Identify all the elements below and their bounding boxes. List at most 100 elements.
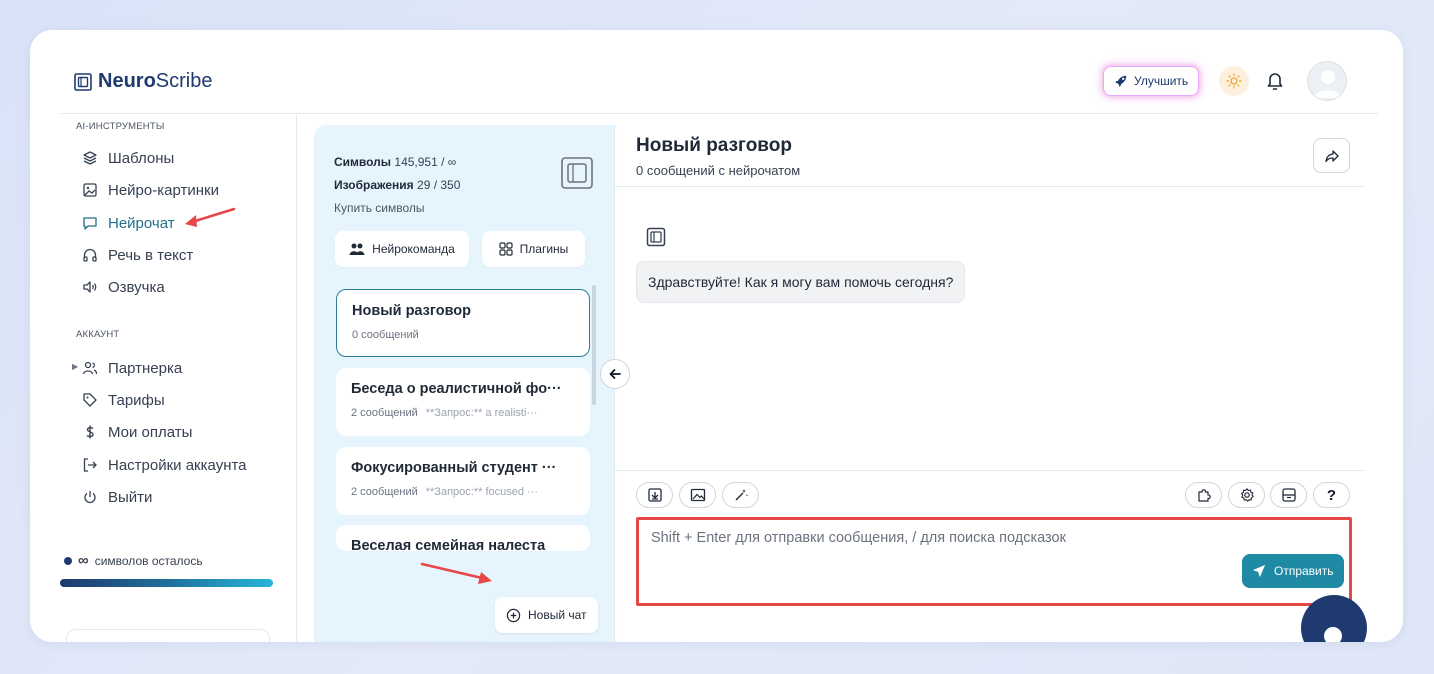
dollar-icon	[86, 425, 94, 439]
sidebar-item-voiceover[interactable]: Озвучка	[82, 276, 165, 298]
power-icon	[84, 491, 96, 504]
sidebar-item-account-settings[interactable]: Настройки аккаунта	[82, 454, 247, 476]
chat-list-item-active[interactable]: Новый разговор 0 сообщений	[336, 289, 590, 357]
credits-progress-bar	[60, 579, 273, 587]
help-button[interactable]: ?	[1313, 482, 1350, 508]
credits-symbol: ∞	[78, 552, 89, 569]
team-icon	[349, 243, 365, 255]
brand-name-bold: Neuro	[98, 70, 156, 92]
sidebar-item-label: Настройки аккаунта	[108, 456, 247, 474]
share-icon	[1324, 149, 1339, 162]
user-avatar[interactable]	[1307, 61, 1347, 101]
chat-item-snippet: **Запрос:** a realisti···	[425, 407, 538, 419]
message-composer: Отправить	[636, 517, 1352, 606]
sidebar-item-logout[interactable]: Выйти	[82, 486, 152, 508]
sidebar-item-templates[interactable]: Шаблоны	[82, 147, 174, 169]
puzzle-icon	[1197, 489, 1211, 502]
logo-icon	[74, 72, 92, 91]
header-divider	[60, 113, 1378, 114]
new-chat-button[interactable]: Новый чат	[495, 597, 598, 633]
bell-icon	[1267, 73, 1283, 90]
chat-icon	[83, 217, 97, 230]
chat-item-meta: 0 сообщений	[352, 329, 574, 341]
chat-list-item[interactable]: Фокусированный студент ··· 2 сообщений **…	[336, 447, 590, 515]
section-label-tools: AI-ИНСТРУМЕНТЫ	[76, 121, 165, 132]
theme-toggle[interactable]	[1219, 66, 1249, 96]
chat-list-scrollbar[interactable]	[592, 285, 596, 405]
sidebar-item-payments[interactable]: Мои оплаты	[82, 421, 192, 443]
sidebar-item-label: Тарифы	[108, 391, 165, 409]
chat-item-count: 0 сообщений	[352, 329, 419, 341]
sidebar-item-partner[interactable]: Партнерка	[82, 357, 182, 379]
plugins-label: Плагины	[519, 242, 569, 256]
notifications-button[interactable]	[1262, 68, 1288, 94]
upload-button[interactable]	[636, 482, 673, 508]
list-fade	[336, 549, 590, 573]
chat-list-item[interactable]: Беседа о реалистичной фо··· 2 сообщений *…	[336, 368, 590, 436]
brand-name: NeuroScribe	[98, 70, 213, 93]
neuro-team-button[interactable]: Нейрокоманда	[335, 231, 469, 267]
plus-circle-icon	[506, 608, 521, 622]
assistant-message-bubble: Здравствуйте! Как я могу вам помочь сего…	[636, 261, 966, 303]
credits-indicator: ∞ символов осталось	[60, 552, 280, 587]
sidebar-bottom-box	[66, 629, 270, 642]
layout-button[interactable]	[1270, 482, 1307, 508]
upgrade-button[interactable]: Улучшить	[1103, 66, 1200, 96]
images-label: Изображения	[334, 178, 414, 192]
upload-file-icon	[647, 488, 662, 502]
images-value: 29 / 350	[417, 178, 461, 192]
users-icon	[82, 361, 98, 375]
chat-item-snippet: **Запрос:** focused ···	[425, 486, 539, 498]
sidebar-item-label: Мои оплаты	[108, 423, 193, 441]
buy-symbols-link[interactable]: Купить символы	[334, 197, 460, 220]
plugin-button[interactable]	[1185, 482, 1222, 508]
panel-icon	[1281, 488, 1296, 502]
chat-item-title: Новый разговор	[352, 303, 472, 319]
sidebar-item-label: Партнерка	[108, 359, 183, 377]
image-button[interactable]	[679, 482, 716, 508]
app-window: NeuroScribe Улучшить AI-ИНСТРУМЕНТЫ Шабл…	[30, 30, 1403, 642]
send-label: Отправить	[1274, 564, 1334, 578]
chat-item-count: 2 сообщений	[351, 407, 418, 419]
message-input[interactable]	[651, 530, 1231, 570]
share-button[interactable]	[1313, 138, 1350, 173]
sidebar-item-label: Нейро-картинки	[108, 181, 219, 199]
arrow-left-icon	[609, 369, 621, 379]
chat-list-item[interactable]: Веселая семейная налеста	[336, 525, 590, 551]
headphones-icon	[83, 248, 97, 262]
chat-header-divider	[615, 186, 1365, 187]
expand-caret-icon[interactable]: ▶	[72, 362, 78, 371]
sidebar-item-label: Речь в текст	[108, 246, 194, 264]
bot-avatar-icon	[646, 227, 666, 247]
sidebar-item-speech-to-text[interactable]: Речь в текст	[82, 244, 193, 266]
chats-panel: Символы 145,951 / ∞ Изображения 29 / 350…	[314, 125, 614, 642]
sidebar-item-tariffs[interactable]: Тарифы	[82, 389, 165, 411]
sidebar-item-label: Шаблоны	[108, 149, 175, 167]
sidebar: AI-ИНСТРУМЕНТЫ Шаблоны Нейро-картинки Не…	[60, 115, 297, 642]
symbols-value: 145,951 / ∞	[394, 155, 457, 169]
panel-logo-icon	[561, 157, 593, 189]
picture-icon	[690, 488, 705, 502]
sidebar-item-neuro-images[interactable]: Нейро-картинки	[82, 179, 219, 201]
magic-wand-icon	[735, 489, 748, 501]
collapse-panel-button[interactable]	[600, 359, 630, 389]
layers-icon	[83, 151, 97, 165]
chat-area: Новый разговор 0 сообщений с нейрочатом …	[614, 125, 1367, 642]
sidebar-item-label: Нейрочат	[108, 214, 175, 232]
brand-logo[interactable]: NeuroScribe	[74, 70, 213, 93]
chat-item-meta: 2 сообщений **Запрос:** a realisti···	[351, 407, 575, 419]
section-label-account: АККАУНТ	[76, 329, 120, 340]
user-silhouette-icon	[1314, 70, 1342, 98]
help-label: ?	[1326, 486, 1337, 504]
sidebar-item-label: Выйти	[108, 488, 153, 506]
image-icon	[83, 183, 97, 197]
magic-wand-button[interactable]	[722, 482, 759, 508]
plugins-button[interactable]: Плагины	[482, 231, 585, 267]
new-chat-label: Новый чат	[528, 608, 587, 622]
composer-divider	[615, 470, 1365, 471]
sidebar-item-neurochat[interactable]: Нейрочат	[82, 212, 175, 234]
settings-button[interactable]	[1228, 482, 1265, 508]
send-icon	[1252, 564, 1266, 578]
send-button[interactable]: Отправить	[1242, 554, 1344, 588]
credits-text: символов осталось	[94, 553, 203, 568]
